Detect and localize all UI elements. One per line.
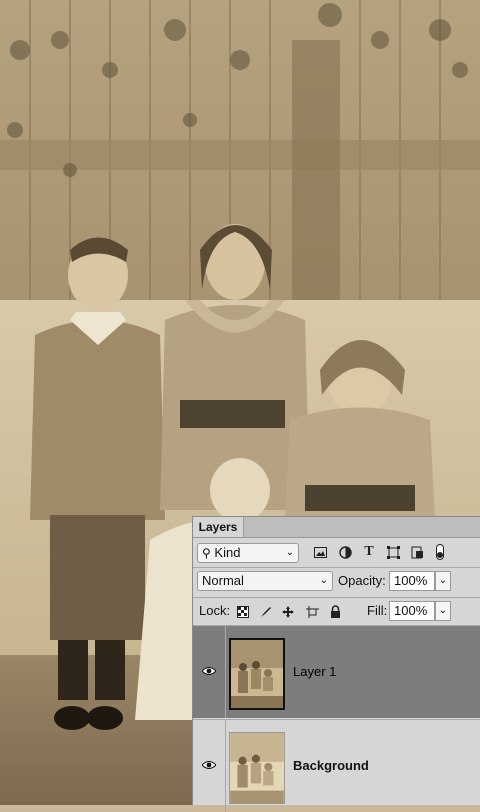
filter-kind-select[interactable]: ⚲ Kind ⌄ [197, 543, 299, 563]
layer-thumbnail [229, 732, 285, 804]
type-filter-icon[interactable]: T [362, 544, 376, 559]
opacity-input[interactable]: 100% [389, 571, 435, 591]
opacity-dropdown-button[interactable]: ⌄ [435, 571, 451, 591]
lock-image-pixels-icon[interactable] [259, 605, 273, 619]
filter-kind-label: Kind [214, 545, 241, 560]
layer-filter-row: ⚲ Kind ⌄ T [193, 541, 480, 565]
panel-tab-bar: Layers [193, 517, 480, 538]
layer-thumbnail [229, 638, 285, 710]
layers-panel: Layers ⚲ Kind ⌄ T Normal ⌄ Opacity: 100%… [192, 516, 480, 812]
divider [193, 597, 480, 598]
adjustment-filter-icon[interactable] [338, 545, 352, 559]
divider [193, 567, 480, 568]
fill-input[interactable]: 100% [389, 601, 435, 621]
visibility-eye-icon[interactable] [202, 760, 216, 770]
layer-row-layer-1[interactable]: Layer 1 [193, 626, 480, 718]
lock-row: Lock: Fill: 100% ⌄ [193, 599, 480, 623]
image-filter-icon[interactable] [313, 545, 327, 559]
lock-transparent-pixels-icon[interactable] [236, 605, 250, 619]
tab-layers[interactable]: Layers [193, 517, 244, 537]
blend-row: Normal ⌄ Opacity: 100% ⌄ [193, 570, 480, 594]
search-icon: ⚲ [202, 546, 211, 560]
filter-toggle-icon[interactable] [435, 544, 445, 560]
layer-row-background[interactable]: Background [193, 719, 480, 812]
lock-label: Lock: [199, 603, 231, 618]
shape-filter-icon[interactable] [386, 545, 400, 559]
fill-dropdown-button[interactable]: ⌄ [435, 601, 451, 621]
chevron-down-icon: ⌄ [285, 547, 294, 558]
lock-position-icon[interactable] [281, 605, 295, 619]
smart-object-filter-icon[interactable] [410, 545, 424, 559]
chevron-down-icon: ⌄ [319, 575, 328, 586]
visibility-eye-icon[interactable] [202, 666, 216, 676]
lock-all-icon[interactable] [328, 604, 342, 618]
blend-mode-select[interactable]: Normal ⌄ [197, 571, 333, 591]
layer-name[interactable]: Layer 1 [293, 662, 336, 682]
layer-name[interactable]: Background [293, 756, 369, 776]
blend-mode-value: Normal [202, 573, 244, 588]
lock-artboard-icon[interactable] [305, 605, 319, 619]
opacity-label: Opacity: [338, 573, 386, 588]
fill-label: Fill: [367, 603, 388, 618]
